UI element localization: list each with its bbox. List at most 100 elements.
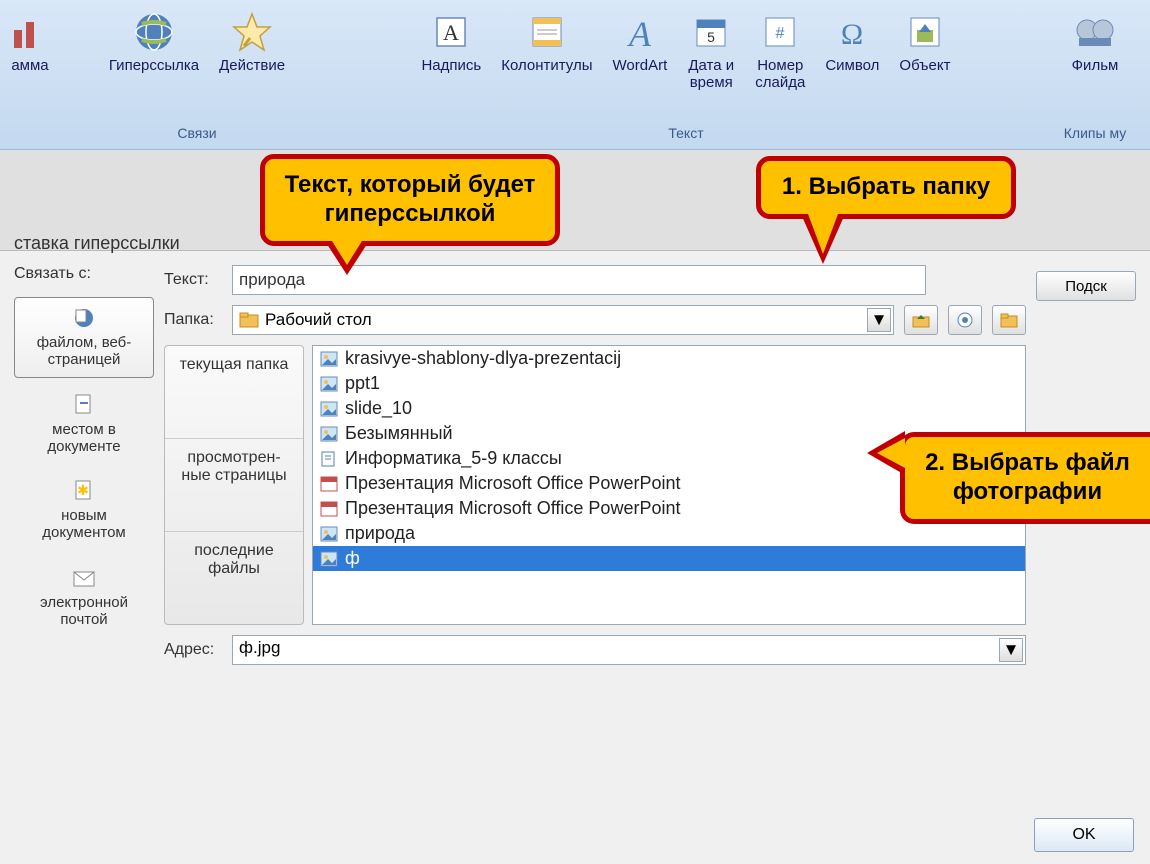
movie-icon — [1071, 8, 1119, 56]
insert-hyperlink-dialog: ставка гиперссылки Связать с: файлом, ве… — [0, 250, 1150, 864]
callout-text: 2. Выбрать файл фотографии — [925, 449, 1130, 505]
file-type-icon — [319, 375, 339, 393]
file-item[interactable]: ppt1 — [313, 371, 1025, 396]
file-item[interactable]: ф — [313, 546, 1025, 571]
ribbon-label: Надпись — [421, 58, 481, 75]
ribbon-group-media: Фильм Клипы му — [1040, 4, 1150, 149]
file-name: Презентация Microsoft Office PowerPoint — [345, 498, 680, 519]
ribbon-btn-action[interactable]: Действие — [209, 4, 295, 79]
ribbon-group-label: Текст — [668, 125, 703, 141]
ribbon-label: Символ — [825, 58, 879, 75]
svg-text:A: A — [627, 14, 652, 52]
file-type-icon — [319, 350, 339, 368]
svg-text:Ω: Ω — [841, 18, 863, 51]
browse-tab-current[interactable]: текущая папка — [165, 346, 303, 439]
ribbon-label: WordArt — [613, 58, 668, 75]
ribbon-btn-hyperlink[interactable]: Гиперссылка — [99, 4, 209, 79]
folder-label: Папка: — [164, 311, 222, 329]
up-folder-button[interactable] — [904, 305, 938, 335]
ribbon-btn-object[interactable]: Объект — [889, 4, 960, 95]
file-type-icon — [319, 500, 339, 518]
file-name: природа — [345, 523, 415, 544]
globe-icon — [130, 8, 178, 56]
header-footer-icon — [523, 8, 571, 56]
file-name: Безымянный — [345, 423, 453, 444]
file-name: krasivye-shablony-dlya-prezentacij — [345, 348, 621, 369]
file-type-icon — [319, 475, 339, 493]
ribbon-group-chart: амма — [0, 4, 60, 149]
ribbon-btn-textbox[interactable]: A Надпись — [411, 4, 491, 95]
browse-tab-visited[interactable]: просмотрен- ные страницы — [165, 439, 303, 532]
ribbon-btn-headerfooter[interactable]: Колонтитулы — [491, 4, 602, 95]
new-doc-icon: ✱ — [70, 477, 98, 505]
file-item[interactable]: природа — [313, 521, 1025, 546]
svg-text:5: 5 — [707, 29, 715, 45]
browse-web-button[interactable] — [948, 305, 982, 335]
link-type-new-doc[interactable]: ✱ новым документом — [14, 470, 154, 551]
link-type-label: местом в документе — [47, 421, 120, 455]
address-label: Адрес: — [164, 641, 222, 659]
folder-select[interactable]: Рабочий стол ▼ — [232, 305, 894, 335]
callout-text-hyperlink: Текст, который будет гиперссылкой — [260, 154, 560, 246]
ribbon-label: Действие — [219, 58, 285, 75]
file-item[interactable]: krasivye-shablony-dlya-prezentacij — [313, 346, 1025, 371]
ribbon-btn-wordart[interactable]: A WordArt — [603, 4, 678, 95]
link-to-label: Связать с: — [14, 265, 154, 283]
folder-icon — [239, 311, 259, 329]
link-type-file-web[interactable]: файлом, веб- страницей — [14, 297, 154, 378]
file-type-icon — [319, 525, 339, 543]
folder-value: Рабочий стол — [265, 310, 372, 330]
ribbon-label: Колонтитулы — [501, 58, 592, 75]
callout-text: Текст, который будет гиперссылкой — [285, 171, 536, 227]
svg-text:A: A — [443, 20, 459, 45]
symbol-icon: Ω — [828, 8, 876, 56]
svg-text:✱: ✱ — [77, 482, 89, 498]
ribbon-group-text: A Надпись Колонтитулы A WordArt 5 Дата и… — [334, 4, 1038, 149]
link-type-email[interactable]: электронной почтой — [14, 557, 154, 638]
email-icon — [70, 564, 98, 592]
chart-icon — [6, 8, 54, 56]
ribbon: амма Гиперссылка Действие Связи — [0, 0, 1150, 150]
file-name: Информатика_5-9 классы — [345, 448, 562, 469]
ribbon-btn-slidenumber[interactable]: # Номер слайда — [745, 4, 815, 95]
place-in-doc-icon — [70, 391, 98, 419]
slide-number-icon: # — [756, 8, 804, 56]
ribbon-group-label: Клипы му — [1064, 125, 1126, 141]
ok-button[interactable]: OK — [1034, 818, 1134, 852]
callout-choose-folder: 1. Выбрать папку — [756, 156, 1016, 219]
ribbon-label: Объект — [899, 58, 950, 75]
ribbon-label: Гиперссылка — [109, 58, 199, 75]
svg-text:#: # — [776, 25, 785, 42]
ribbon-btn-symbol[interactable]: Ω Символ — [815, 4, 889, 95]
screen-tip-button[interactable]: Подск — [1036, 271, 1136, 301]
ribbon-label: Номер слайда — [755, 58, 805, 91]
file-item[interactable]: slide_10 — [313, 396, 1025, 421]
ribbon-group-links: Гиперссылка Действие Связи — [62, 4, 332, 149]
ribbon-group-label: Связи — [177, 125, 216, 141]
dialog-title: ставка гиперссылки — [8, 231, 186, 256]
chevron-down-icon[interactable]: ▼ — [867, 308, 891, 332]
ribbon-btn-datetime[interactable]: 5 Дата и время — [677, 4, 745, 95]
file-type-icon — [319, 425, 339, 443]
browse-tab-recent[interactable]: последние файлы — [165, 532, 303, 624]
star-icon — [228, 8, 276, 56]
wordart-icon: A — [616, 8, 664, 56]
browse-file-button[interactable] — [992, 305, 1026, 335]
link-type-label: новым документом — [42, 507, 125, 541]
textbox-icon: A — [427, 8, 475, 56]
file-type-icon — [319, 550, 339, 568]
date-icon: 5 — [687, 8, 735, 56]
ribbon-btn-movie[interactable]: Фильм — [1061, 4, 1129, 79]
browse-tabs: текущая папка просмотрен- ные страницы п… — [164, 345, 304, 625]
ribbon-label: Дата и время — [688, 58, 734, 91]
link-type-place[interactable]: местом в документе — [14, 384, 154, 465]
address-input[interactable]: ф.jpg ▼ — [232, 635, 1026, 665]
file-name: Презентация Microsoft Office PowerPoint — [345, 473, 680, 494]
ribbon-btn-chart[interactable]: амма — [0, 4, 64, 79]
link-type-label: файлом, веб- страницей — [37, 334, 132, 368]
ribbon-label: Фильм — [1072, 58, 1119, 75]
chevron-down-icon[interactable]: ▼ — [999, 638, 1023, 662]
file-name: slide_10 — [345, 398, 412, 419]
dialog-footer: OK — [1034, 818, 1134, 852]
file-web-icon — [70, 304, 98, 332]
